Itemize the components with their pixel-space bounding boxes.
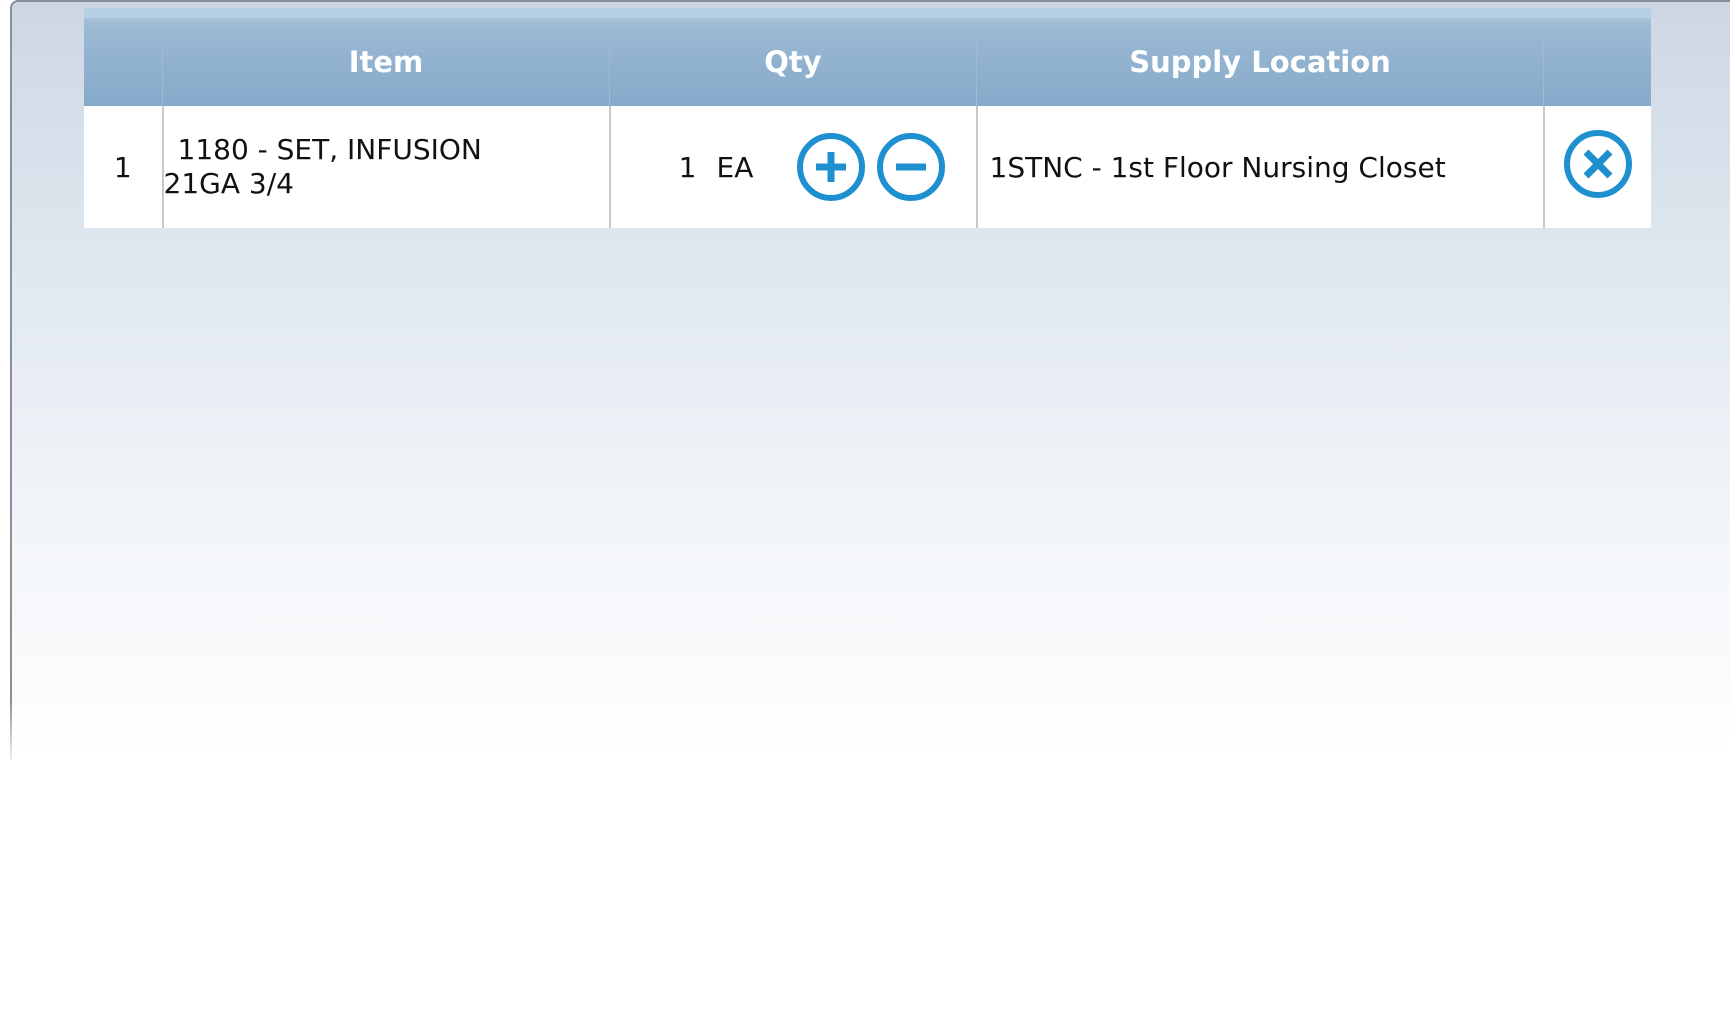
item-description: 1180 - SET, INFUSION 21GA 3/4	[164, 133, 609, 201]
header-qty: Qty	[609, 8, 977, 106]
header-supply-location: Supply Location	[976, 8, 1544, 106]
table-header-row: Item Qty Supply Location	[84, 8, 1651, 106]
header-action	[1543, 8, 1651, 106]
qty-value: 1	[678, 150, 697, 184]
minus-circle-icon[interactable]	[875, 131, 947, 203]
item-line-2: 21GA 3/4	[163, 167, 294, 200]
supply-location-text: 1STNC - 1st Floor Nursing Closet	[989, 150, 1446, 184]
action-cell	[1542, 106, 1651, 228]
row-number: 1	[84, 106, 163, 228]
qty-unit: EA	[716, 150, 754, 184]
close-circle-icon[interactable]	[1562, 128, 1634, 200]
table-row: 1 1180 - SET, INFUSION 21GA 3/4 1 EA 1ST…	[84, 106, 1651, 228]
qty-cell: 1 EA	[608, 106, 977, 228]
header-item: Item	[162, 8, 610, 106]
qty-stepper: 1 EA	[611, 106, 976, 228]
header-number	[84, 8, 163, 106]
supply-location-cell: 1STNC - 1st Floor Nursing Closet	[975, 106, 1544, 228]
item-line-1: 1180 - SET, INFUSION	[177, 133, 482, 166]
plus-circle-icon[interactable]	[795, 131, 867, 203]
supply-cart-table: Item Qty Supply Location 1 1180 - SET, I…	[84, 8, 1651, 228]
item-cell: 1180 - SET, INFUSION 21GA 3/4	[161, 106, 610, 228]
panel-fade	[8, 700, 1730, 770]
